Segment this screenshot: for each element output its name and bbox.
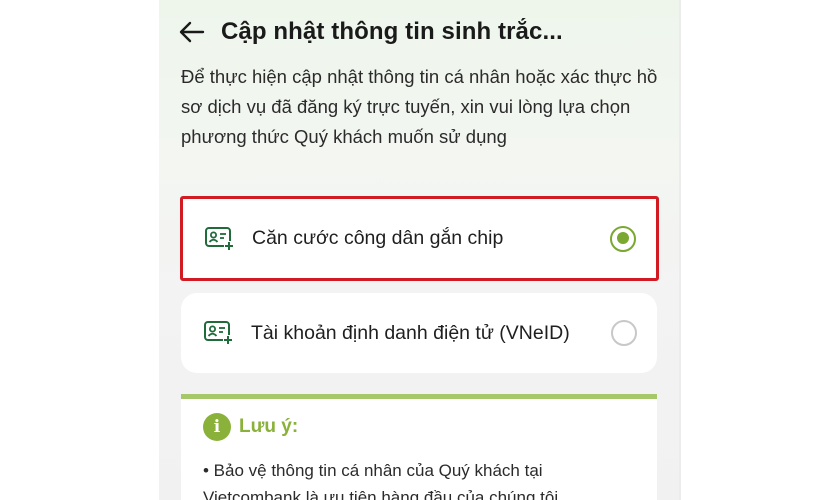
info-icon: i: [203, 413, 231, 441]
radio-unselected[interactable]: [611, 320, 637, 346]
app-screen: Cập nhật thông tin sinh trắc... Để thực …: [159, 0, 681, 500]
id-card-add-icon: [204, 225, 236, 253]
id-card-add-icon: [203, 319, 235, 347]
note-body: • Bảo vệ thông tin cá nhân của Quý khách…: [203, 461, 563, 500]
arrow-left-icon: [179, 21, 205, 43]
header: Cập nhật thông tin sinh trắc...: [177, 14, 667, 50]
instruction-text: Để thực hiện cập nhật thông tin cá nhân …: [181, 66, 658, 147]
note-title: Lưu ý:: [239, 416, 299, 437]
page-title: Cập nhật thông tin sinh trắc...: [221, 18, 563, 45]
screen-edge-right: [679, 0, 681, 500]
back-button[interactable]: [177, 17, 207, 47]
note-card: i Lưu ý: • Bảo vệ thông tin cá nhân của …: [181, 394, 657, 500]
radio-selected[interactable]: [610, 225, 636, 252]
option-chip-id-card[interactable]: Căn cước công dân gắn chip: [180, 196, 659, 281]
option-label: Tài khoản định danh điện tử (VNeID): [251, 321, 570, 344]
note-header: i Lưu ý:: [203, 413, 298, 441]
option-vneid[interactable]: Tài khoản định danh điện tử (VNeID): [181, 293, 657, 373]
option-label: Căn cước công dân gắn chip: [252, 227, 504, 249]
